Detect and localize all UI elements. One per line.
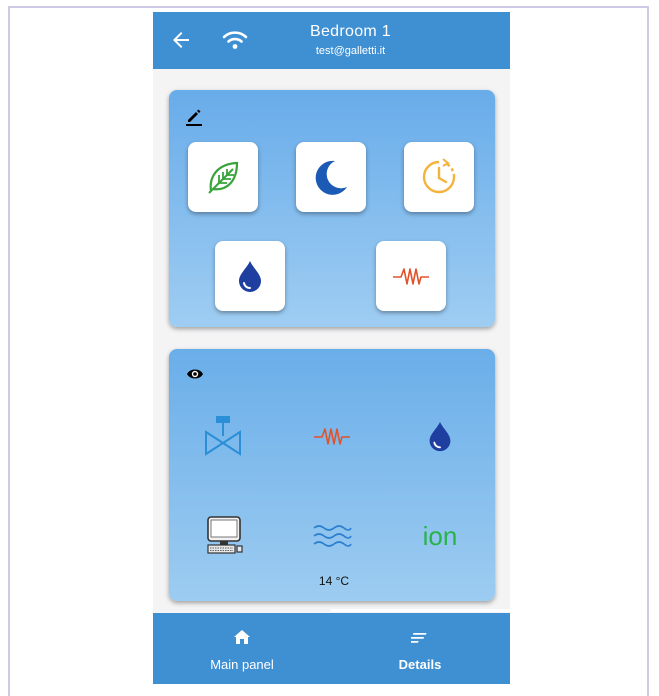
fan-status [297, 511, 367, 561]
status-card: ion 14 °C [169, 349, 495, 601]
timer-mode-button[interactable] [404, 142, 474, 212]
app-bar: Bedroom 1 test@galletti.it [153, 12, 510, 69]
ion-icon: ion [422, 520, 458, 551]
leaf-icon [208, 161, 239, 194]
home-icon [234, 630, 250, 644]
computer-icon [207, 516, 243, 554]
drop-icon [429, 421, 451, 452]
valve-icon [205, 416, 241, 456]
tab-main-panel[interactable]: Main panel [153, 613, 331, 684]
heater-icon [393, 268, 429, 285]
waves-icon [313, 525, 352, 547]
eye-icon [187, 369, 203, 379]
tab-details-label: Details [398, 657, 442, 672]
active-tab-indicator [331, 609, 510, 612]
wifi-icon [222, 31, 248, 49]
temperature-readout: 14 °C [318, 574, 350, 588]
dehumidify-status [405, 411, 475, 461]
ionizer-status: ion [405, 511, 475, 561]
tab-details[interactable]: Details [331, 613, 509, 684]
app-screen: Bedroom 1 test@galletti.it ion 14 °C Mai… [153, 12, 510, 684]
moon-icon [315, 160, 347, 195]
details-icon [411, 633, 427, 643]
timer-icon [422, 158, 456, 194]
dehumidify-button[interactable] [215, 241, 285, 311]
valve-status [189, 411, 259, 461]
arrow-left-icon[interactable] [169, 28, 193, 52]
user-email: test@galletti.it [315, 45, 386, 57]
drop-icon [239, 261, 261, 292]
edit-icon[interactable] [185, 108, 203, 126]
night-mode-button[interactable] [296, 142, 366, 212]
eco-mode-button[interactable] [188, 142, 258, 212]
heater-button[interactable] [376, 241, 446, 311]
tab-main-panel-label: Main panel [210, 657, 274, 672]
heater-icon [314, 428, 350, 445]
settings-card [169, 90, 495, 327]
page-title: Bedroom 1 [310, 23, 391, 40]
heater-status [297, 411, 367, 461]
controller-status [189, 511, 259, 561]
bottom-nav: Main panel Details [153, 613, 510, 684]
